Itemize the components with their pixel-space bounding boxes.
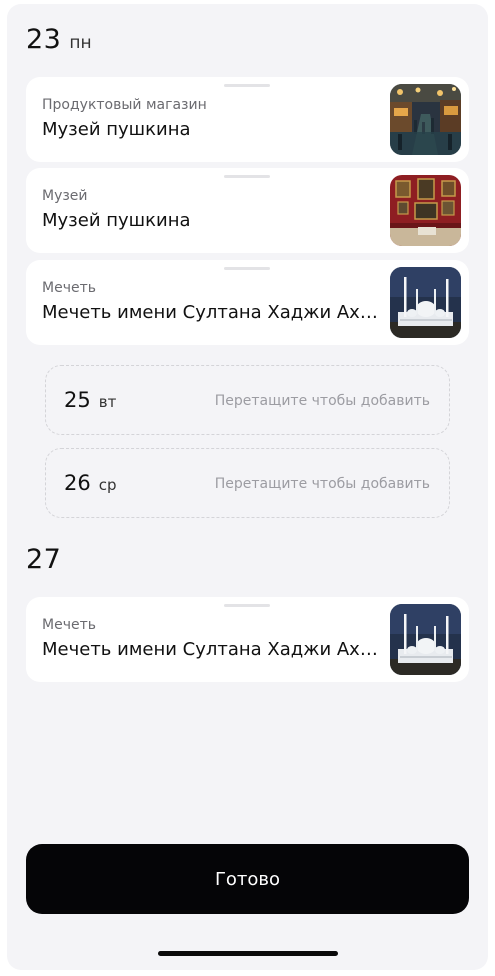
dropzone-hint: Перетащите чтобы добавить: [214, 393, 430, 409]
drag-handle[interactable]: [224, 604, 270, 607]
day-number: 27: [26, 544, 62, 575]
place-card[interactable]: Мечеть Мечеть имени Султана Хаджи Ахмеда: [26, 597, 469, 682]
place-title: Музей пушкина: [42, 119, 191, 140]
day-number: 26: [64, 471, 91, 495]
day-weekday: вт: [98, 393, 117, 411]
place-title: Музей пушкина: [42, 210, 191, 231]
done-button[interactable]: Готово: [26, 844, 469, 914]
dropzone-day: 25 вт: [64, 388, 116, 412]
dropzone-day: 26 ср: [64, 471, 117, 495]
place-card[interactable]: Мечеть Мечеть имени Султана Хаджи Ахмеда: [26, 260, 469, 345]
place-category: Музей: [42, 188, 88, 204]
place-category: Продуктовый магазин: [42, 97, 207, 113]
place-card[interactable]: Продуктовый магазин Музей пушкина: [26, 77, 469, 162]
dropzone-day-26[interactable]: 26 ср Перетащите чтобы добавить: [45, 448, 450, 518]
mosque-photo: [390, 267, 461, 338]
place-card[interactable]: Музей Музей пушкина: [26, 168, 469, 253]
day-number: 25: [64, 388, 91, 412]
drag-handle[interactable]: [224, 84, 270, 87]
dropzone-hint: Перетащите чтобы добавить: [214, 476, 430, 492]
mosque-photo: [390, 604, 461, 675]
day-header-23: 23 пн: [26, 24, 92, 55]
dropzone-day-25[interactable]: 25 вт Перетащите чтобы добавить: [45, 365, 450, 435]
place-title: Мечеть имени Султана Хаджи Ахмеда: [42, 639, 382, 660]
day-weekday: ср: [98, 476, 117, 494]
day-number: 23: [26, 24, 62, 55]
place-category: Мечеть: [42, 617, 96, 633]
market-photo: [390, 84, 461, 155]
place-category: Мечеть: [42, 280, 96, 296]
drag-handle[interactable]: [224, 175, 270, 178]
day-header-27: 27: [26, 544, 61, 575]
home-indicator[interactable]: [158, 951, 338, 956]
day-weekday: пн: [69, 33, 92, 53]
place-title: Мечеть имени Султана Хаджи Ахмеда: [42, 302, 382, 323]
museum-gallery-photo: [390, 175, 461, 246]
drag-handle[interactable]: [224, 267, 270, 270]
